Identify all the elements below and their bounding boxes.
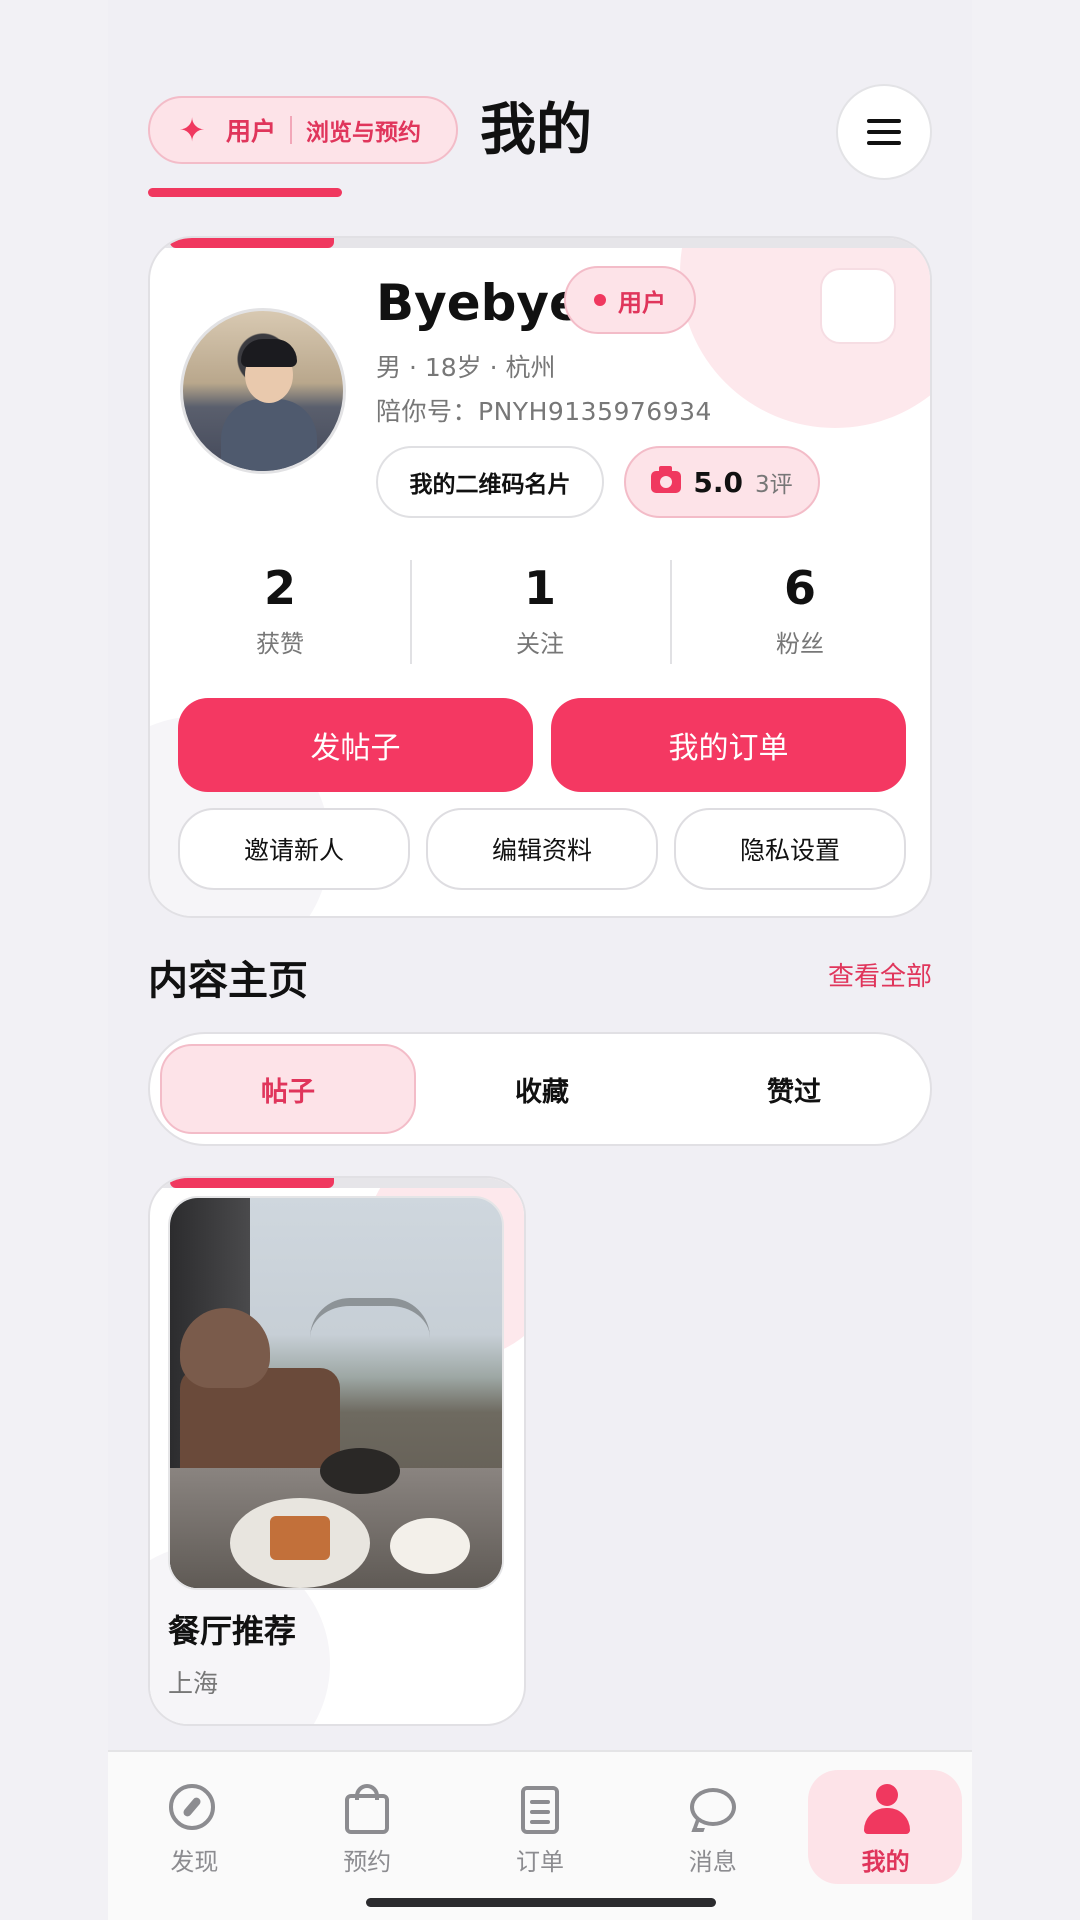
edit-profile-button[interactable]: 编辑资料: [426, 808, 658, 890]
badge-label: 用户: [618, 288, 666, 317]
role-pill[interactable]: ✦ 用户 浏览与预约: [148, 96, 458, 164]
profile-card: Byebye 用户 男 · 18岁 · 杭州 陪你号：PNYH913597693…: [148, 236, 932, 918]
profile-id-label: 陪你号：: [376, 397, 479, 426]
stat-followers[interactable]: 6 粉丝: [670, 556, 930, 668]
post-image[interactable]: [168, 1196, 504, 1590]
nav-label: 我的: [861, 1848, 910, 1876]
profile-id-value: PNYH9135976934: [478, 397, 712, 426]
pill-divider: [290, 116, 293, 144]
tab-posts[interactable]: 帖子: [160, 1044, 416, 1134]
user-role-badge: 用户: [564, 266, 696, 334]
stat-label: 粉丝: [776, 630, 824, 658]
avatar[interactable]: [180, 308, 346, 474]
rating-count: 3评: [754, 472, 793, 498]
document-icon: [515, 1784, 565, 1834]
rating-button[interactable]: 5.0 3评: [624, 446, 820, 518]
nav-item-messages[interactable]: 消息: [626, 1752, 799, 1892]
profile-id: 陪你号：PNYH9135976934: [376, 392, 712, 428]
nav-label: 预约: [343, 1848, 392, 1876]
card-top-bar: [150, 1178, 524, 1188]
content-section-header: 内容主页 查看全部: [148, 948, 932, 1004]
stat-number: 2: [263, 561, 296, 615]
see-all-link[interactable]: 查看全部: [828, 956, 932, 993]
invite-button[interactable]: 邀请新人: [178, 808, 410, 890]
nav-label: 消息: [688, 1848, 737, 1876]
nav-item-profile[interactable]: 我的: [799, 1752, 972, 1892]
person-icon: [861, 1784, 911, 1834]
nav-label: 发现: [170, 1848, 219, 1876]
hamburger-icon: [867, 119, 901, 123]
card-top-bar: [150, 238, 930, 248]
bottom-nav: 发现 预约 订单 消息 我的: [108, 1750, 972, 1920]
stat-label: 关注: [516, 630, 564, 658]
stat-label: 获赞: [256, 630, 304, 658]
post-card[interactable]: 餐厅推荐 上海: [148, 1176, 526, 1726]
home-indicator: [366, 1898, 716, 1907]
role-sub-label: 浏览与预约: [306, 120, 422, 146]
menu-button[interactable]: [836, 84, 932, 180]
stat-number: 6: [783, 561, 816, 615]
nav-item-orders[interactable]: 订单: [454, 1752, 627, 1892]
profile-stats: 2 获赞 1 关注 6 粉丝: [150, 556, 930, 668]
sparkle-icon: ✦: [178, 111, 206, 149]
page-title: 我的: [480, 98, 592, 163]
tab-liked[interactable]: 赞过: [668, 1044, 920, 1134]
decorative-square: [820, 268, 896, 344]
qr-card-button[interactable]: 我的二维码名片: [376, 446, 604, 518]
content-tabs: 帖子 收藏 赞过: [148, 1032, 932, 1146]
chat-bubble-icon: [688, 1784, 738, 1834]
role-label: 用户: [226, 117, 277, 146]
post-location: 上海: [168, 1669, 219, 1698]
rating-score: 5.0: [693, 465, 743, 499]
app-screen: ✦ 用户 浏览与预约 我的 Byebye 用户 男 · 18岁 · 杭州 陪你号…: [108, 0, 972, 1920]
profile-meta: 男 · 18岁 · 杭州: [376, 353, 556, 382]
stat-likes[interactable]: 2 获赞: [150, 556, 410, 668]
post-title: 餐厅推荐: [168, 1612, 297, 1650]
dot-icon: [594, 294, 606, 306]
stat-following[interactable]: 1 关注: [410, 556, 670, 668]
stat-number: 1: [523, 561, 556, 615]
camera-icon: [651, 466, 682, 493]
nav-item-discover[interactable]: 发现: [108, 1752, 281, 1892]
compass-icon: [169, 1784, 219, 1834]
tab-favorites[interactable]: 收藏: [416, 1044, 668, 1134]
section-title: 内容主页: [148, 958, 308, 1004]
shopping-bag-icon: [342, 1784, 392, 1834]
nav-label: 订单: [515, 1848, 564, 1876]
my-orders-button[interactable]: 我的订单: [551, 698, 906, 792]
privacy-settings-button[interactable]: 隐私设置: [674, 808, 906, 890]
create-post-button[interactable]: 发帖子: [178, 698, 533, 792]
primary-actions: 发帖子 我的订单: [178, 698, 906, 792]
profile-name: Byebye: [376, 274, 583, 332]
header-underline: [148, 188, 342, 197]
header: ✦ 用户 浏览与预约 我的: [148, 84, 932, 197]
secondary-actions: 邀请新人 编辑资料 隐私设置: [178, 808, 906, 890]
nav-item-booking[interactable]: 预约: [281, 1752, 454, 1892]
